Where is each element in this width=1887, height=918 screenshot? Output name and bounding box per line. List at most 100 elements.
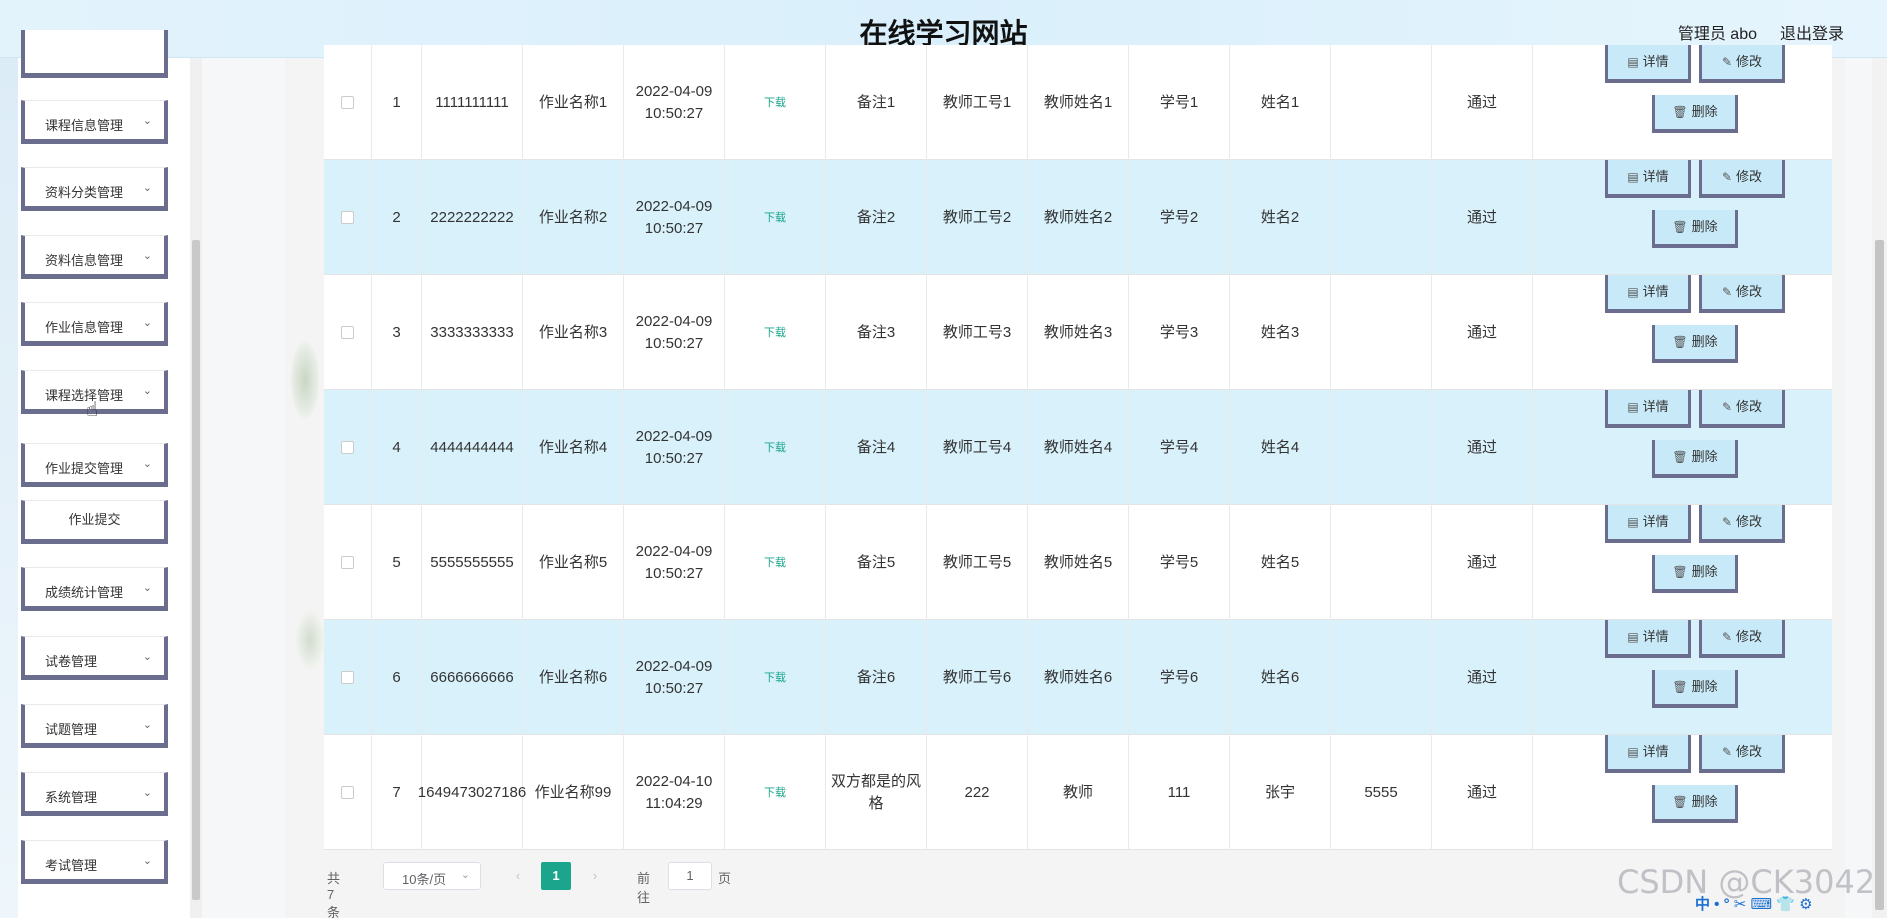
sidebar-item-label: 作业提交管理 (45, 461, 124, 476)
delete-button[interactable]: 🗑 删除 (1652, 325, 1738, 363)
delete-button[interactable]: 🗑 删除 (1652, 440, 1738, 478)
download-link[interactable]: 下载 (764, 552, 786, 574)
sidebar-item[interactable]: 作业提交管理 ⌄ (21, 443, 168, 487)
sidebar-scroll-thumb[interactable] (192, 240, 200, 900)
edit-button[interactable]: ✎ 修改 (1699, 160, 1785, 198)
sidebar-item[interactable]: 成绩统计管理 ⌄ (21, 567, 168, 611)
table-cell-student-id: 学号4 (1129, 390, 1230, 505)
table-cell-teacher-id: 教师工号2 (927, 160, 1028, 275)
table-cell-status: 通过 (1432, 735, 1533, 850)
logout-link[interactable]: 退出登录 (1780, 20, 1844, 44)
table-cell-index: 3 (372, 275, 422, 390)
detail-button[interactable]: ▤ 详情 (1605, 505, 1691, 543)
delete-button[interactable]: 🗑 删除 (1652, 210, 1738, 248)
detail-button-label: 详情 (1642, 629, 1669, 644)
next-page-button[interactable]: › (580, 862, 610, 890)
table-cell-remark: 备注1 (826, 45, 927, 160)
delete-button[interactable]: 🗑 删除 (1652, 95, 1738, 133)
sidebar-item[interactable]: 试题管理 ⌄ (21, 704, 168, 748)
ime-toolbar[interactable]: 中 • ° ✂ ⌨ 👕 ⚙ (1695, 893, 1813, 914)
row-checkbox[interactable] (341, 556, 354, 569)
edit-button[interactable]: ✎ 修改 (1699, 390, 1785, 428)
prev-page-button[interactable]: ‹ (503, 862, 533, 890)
table-cell-dl: 下载 (725, 505, 826, 620)
row-checkbox[interactable] (341, 326, 354, 339)
sidebar-item[interactable]: 试卷管理 ⌄ (21, 636, 168, 680)
detail-button[interactable]: ▤ 详情 (1605, 45, 1691, 83)
delete-button[interactable]: 🗑 删除 (1652, 555, 1738, 593)
edit-button[interactable]: ✎ 修改 (1699, 620, 1785, 658)
download-link[interactable]: 下载 (764, 322, 786, 344)
sidebar-item-clipped[interactable] (21, 30, 168, 78)
sidebar-item[interactable]: 课程信息管理 ⌄ (21, 100, 168, 144)
sidebar-item[interactable]: 作业信息管理 ⌄ (21, 302, 168, 346)
trash-icon: 🗑 (1672, 220, 1688, 234)
table-cell-index: 5 (372, 505, 422, 620)
goto-page-input[interactable]: 1 (668, 862, 712, 890)
row-checkbox[interactable] (341, 671, 354, 684)
edit-button[interactable]: ✎ 修改 (1699, 505, 1785, 543)
cell-text: 4444444444 (430, 438, 514, 456)
table-cell-chk (324, 275, 372, 390)
table-cell-teacher-name: 教师姓名2 (1028, 160, 1129, 275)
download-link[interactable]: 下载 (764, 782, 786, 804)
chevron-down-icon: ⌄ (142, 458, 152, 470)
detail-button[interactable]: ▤ 详情 (1605, 620, 1691, 658)
sidebar-item[interactable]: 系统管理 ⌄ (21, 772, 168, 816)
delete-button[interactable]: 🗑 删除 (1652, 670, 1738, 708)
table-cell-ops: ▤ 详情 ✎ 修改 🗑 删除 (1533, 735, 1828, 850)
download-link[interactable]: 下载 (764, 92, 786, 114)
edit-button[interactable]: ✎ 修改 (1699, 45, 1785, 83)
trash-icon: 🗑 (1672, 335, 1688, 349)
table-cell-teacher-name: 教师姓名6 (1028, 620, 1129, 735)
table-cell-student-id: 学号5 (1129, 505, 1230, 620)
chevron-down-icon: ⌄ (142, 182, 152, 194)
row-checkbox[interactable] (341, 786, 354, 799)
page-scroll-thumb[interactable] (1875, 240, 1884, 910)
download-link[interactable]: 下载 (764, 667, 786, 689)
row-checkbox[interactable] (341, 96, 354, 109)
table-cell-time: 2022-04-10 11:04:29 (624, 735, 725, 850)
admin-user-label: 管理员 abo (1677, 26, 1757, 43)
cell-text: 作业名称3 (538, 323, 608, 341)
table-cell-student-name: 张宇 (1230, 735, 1331, 850)
sidebar-item[interactable]: 考试管理 ⌄ (21, 840, 168, 884)
detail-button[interactable]: ▤ 详情 (1605, 275, 1691, 313)
row-checkbox[interactable] (341, 441, 354, 454)
table-cell-student-name: 姓名5 (1230, 505, 1331, 620)
cell-text: 姓名4 (1260, 438, 1300, 456)
download-link[interactable]: 下载 (764, 437, 786, 459)
table-cell-dl: 下载 (725, 735, 826, 850)
edit-button[interactable]: ✎ 修改 (1699, 275, 1785, 313)
cell-text: 通过 (1466, 668, 1497, 686)
table-cell-teacher-id: 教师工号3 (927, 275, 1028, 390)
table-cell-remark: 备注3 (826, 275, 927, 390)
page-size-select[interactable]: 10条/页 ⌄ (383, 862, 481, 890)
cell-text: 111 (1167, 783, 1191, 801)
page-number-current[interactable]: 1 (541, 862, 571, 890)
cell-text: 学号3 (1159, 323, 1199, 341)
table-cell-ops: ▤ 详情 ✎ 修改 🗑 删除 (1533, 390, 1828, 505)
table-cell-student-name: 姓名2 (1230, 160, 1331, 275)
chevron-right-icon: › (592, 868, 598, 883)
download-link[interactable]: 下载 (764, 207, 786, 229)
row-checkbox[interactable] (341, 211, 354, 224)
cell-text: 备注5 (856, 553, 896, 571)
cell-text: 2022-04-09 10:50:27 (635, 82, 713, 122)
edit-button-label: 修改 (1736, 284, 1763, 299)
delete-button[interactable]: 🗑 删除 (1652, 785, 1738, 823)
edit-button[interactable]: ✎ 修改 (1699, 735, 1785, 773)
table-cell-remark: 备注2 (826, 160, 927, 275)
cell-text: 教师工号1 (942, 93, 1012, 111)
detail-button[interactable]: ▤ 详情 (1605, 735, 1691, 773)
detail-button[interactable]: ▤ 详情 (1605, 160, 1691, 198)
sidebar-item[interactable]: 作业提交 (21, 500, 168, 544)
sidebar-item[interactable]: 资料分类管理 ⌄ (21, 167, 168, 211)
detail-button[interactable]: ▤ 详情 (1605, 390, 1691, 428)
table-cell-index: 1 (372, 45, 422, 160)
sidebar-item[interactable]: 资料信息管理 ⌄ (21, 235, 168, 279)
table-cell-ops: ▤ 详情 ✎ 修改 🗑 删除 (1533, 275, 1828, 390)
cell-text: 2022-04-09 10:50:27 (635, 197, 713, 237)
delete-button-label: 删除 (1691, 104, 1718, 119)
table-cell-status: 通过 (1432, 45, 1533, 160)
